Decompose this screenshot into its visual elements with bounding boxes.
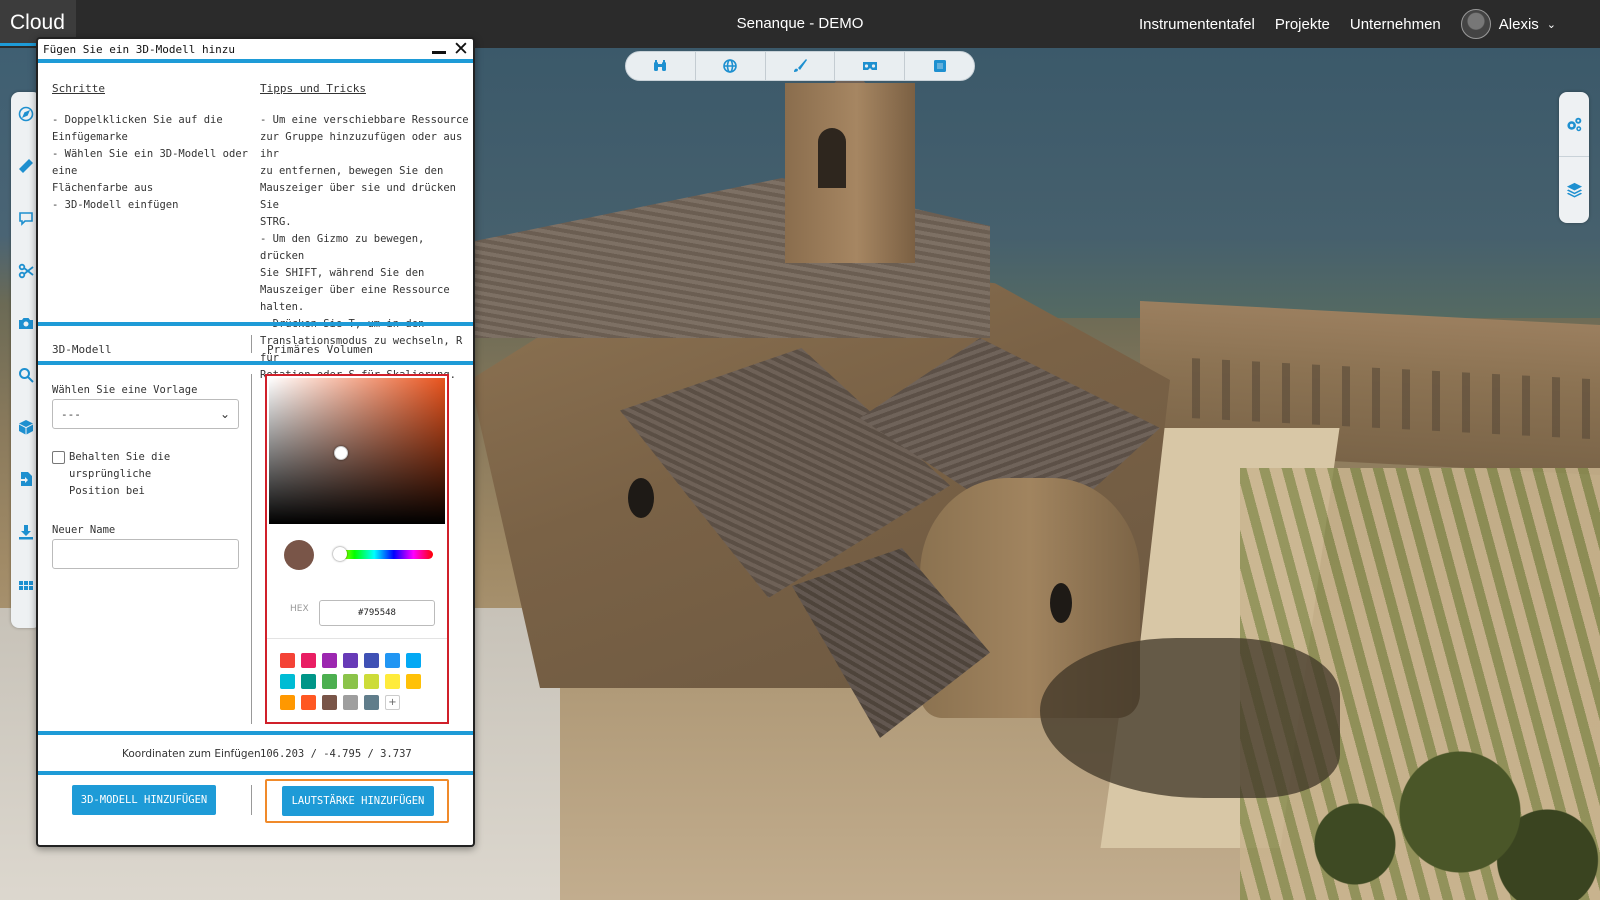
vr-headset-icon[interactable]: [835, 52, 906, 80]
section-divider-line: [251, 335, 252, 353]
tips-heading: Tipps und Tricks: [260, 82, 366, 95]
coords-value: 106.203 / -4.795 / 3.737: [260, 748, 412, 760]
section-primary-volume[interactable]: Primäres Volumen: [267, 343, 373, 356]
nav-projects[interactable]: Projekte: [1275, 16, 1330, 33]
cube-icon[interactable]: [905, 52, 974, 80]
color-swatch[interactable]: [322, 695, 337, 710]
model-form: Wählen Sie eine Vorlage --- ⌄ Behalten S…: [52, 384, 239, 569]
steps-text: - Doppelklicken Sie auf die Einfügemarke…: [52, 114, 248, 211]
add-volume-button[interactable]: LAUTSTÄRKE HINZUFÜGEN: [282, 786, 434, 816]
hue-slider[interactable]: [335, 550, 433, 559]
insert-coordinates: Koordinaten zum Einfügen 106.203 / -4.79…: [38, 739, 473, 769]
color-swatch[interactable]: [385, 653, 400, 668]
color-swatch[interactable]: [280, 695, 295, 710]
layers-icon[interactable]: [1559, 157, 1589, 222]
rose-window: [628, 478, 654, 518]
template-label: Wählen Sie eine Vorlage: [52, 384, 198, 396]
bell-tower: [785, 83, 915, 263]
binoculars-icon[interactable]: [626, 52, 696, 80]
color-swatch[interactable]: [406, 653, 421, 668]
right-tool-strip: [1559, 92, 1589, 223]
hex-input[interactable]: #795548: [319, 600, 435, 626]
color-swatch[interactable]: [364, 695, 379, 710]
chevron-down-icon: ⌄: [219, 407, 230, 421]
saturation-value-area[interactable]: [269, 378, 445, 524]
color-swatch[interactable]: [301, 674, 316, 689]
coords-label: Koordinaten zum Einfügen: [122, 748, 261, 760]
main-nav: Instrumententafel Projekte Unternehmen A…: [1139, 0, 1600, 48]
column-divider: [251, 374, 252, 724]
current-color-swatch: [284, 540, 314, 570]
chevron-down-icon: ⌄: [1546, 18, 1556, 31]
button-divider: [251, 785, 252, 815]
section-divider: [38, 361, 473, 365]
keep-position-label: Behalten Sie die ursprüngliche Position …: [69, 451, 171, 497]
template-select-value: ---: [61, 407, 81, 421]
color-swatch[interactable]: [385, 674, 400, 689]
new-name-input[interactable]: [52, 539, 239, 569]
minimize-icon[interactable]: [432, 51, 446, 54]
picker-divider: [267, 638, 447, 639]
apse-window: [1050, 583, 1072, 623]
section-3d-model[interactable]: 3D-Modell: [52, 343, 112, 356]
color-swatch[interactable]: [301, 653, 316, 668]
color-swatch[interactable]: [301, 695, 316, 710]
dialog-header[interactable]: Fügen Sie ein 3D-Modell hinzu ✕: [38, 39, 473, 63]
hue-handle[interactable]: [333, 547, 347, 561]
globe-icon[interactable]: [696, 52, 766, 80]
color-picker: HEX #795548 +: [265, 374, 449, 724]
color-swatch[interactable]: [364, 674, 379, 689]
template-select[interactable]: --- ⌄: [52, 399, 239, 429]
color-swatch[interactable]: [364, 653, 379, 668]
avatar: [1460, 9, 1491, 39]
user-name: Alexis: [1498, 15, 1539, 33]
cogs-icon[interactable]: [1559, 92, 1589, 157]
trees: [1250, 748, 1600, 900]
color-swatch[interactable]: [343, 674, 358, 689]
color-swatch[interactable]: [343, 695, 358, 710]
view-toolbar: [625, 51, 975, 81]
saturation-handle[interactable]: [334, 446, 348, 460]
hex-label: HEX: [290, 604, 309, 614]
preset-swatches: +: [280, 653, 440, 710]
user-menu[interactable]: Alexis ⌄: [1460, 9, 1556, 39]
bell-tower-window: [818, 128, 846, 188]
new-name-label: Neuer Name: [52, 524, 116, 536]
color-swatch[interactable]: [343, 653, 358, 668]
color-swatch[interactable]: [322, 674, 337, 689]
color-swatch[interactable]: [406, 674, 421, 689]
nav-company[interactable]: Unternehmen: [1350, 16, 1441, 33]
section-divider: [38, 771, 473, 775]
add-3d-model-button[interactable]: 3D-MODELL HINZUFÜGEN: [72, 785, 216, 815]
section-divider: [38, 322, 473, 326]
nav-dashboard[interactable]: Instrumententafel: [1139, 16, 1255, 33]
dialog-title: Fügen Sie ein 3D-Modell hinzu: [43, 43, 236, 56]
keep-position-checkbox[interactable]: [52, 451, 65, 464]
color-swatch[interactable]: [280, 653, 295, 668]
add-3d-model-dialog: Fügen Sie ein 3D-Modell hinzu ✕ Schritte…: [36, 37, 475, 847]
steps-heading: Schritte: [52, 82, 105, 95]
keep-position-row: Behalten Sie die ursprüngliche Position …: [52, 449, 238, 500]
color-swatch[interactable]: [280, 674, 295, 689]
close-icon[interactable]: ✕: [453, 40, 469, 59]
brush-icon[interactable]: [766, 52, 836, 80]
color-swatch[interactable]: [322, 653, 337, 668]
instructions-panel: Schritte - Doppelklicken Sie auf die Ein…: [38, 67, 473, 381]
section-divider: [38, 731, 473, 735]
add-swatch-button[interactable]: +: [385, 695, 400, 710]
